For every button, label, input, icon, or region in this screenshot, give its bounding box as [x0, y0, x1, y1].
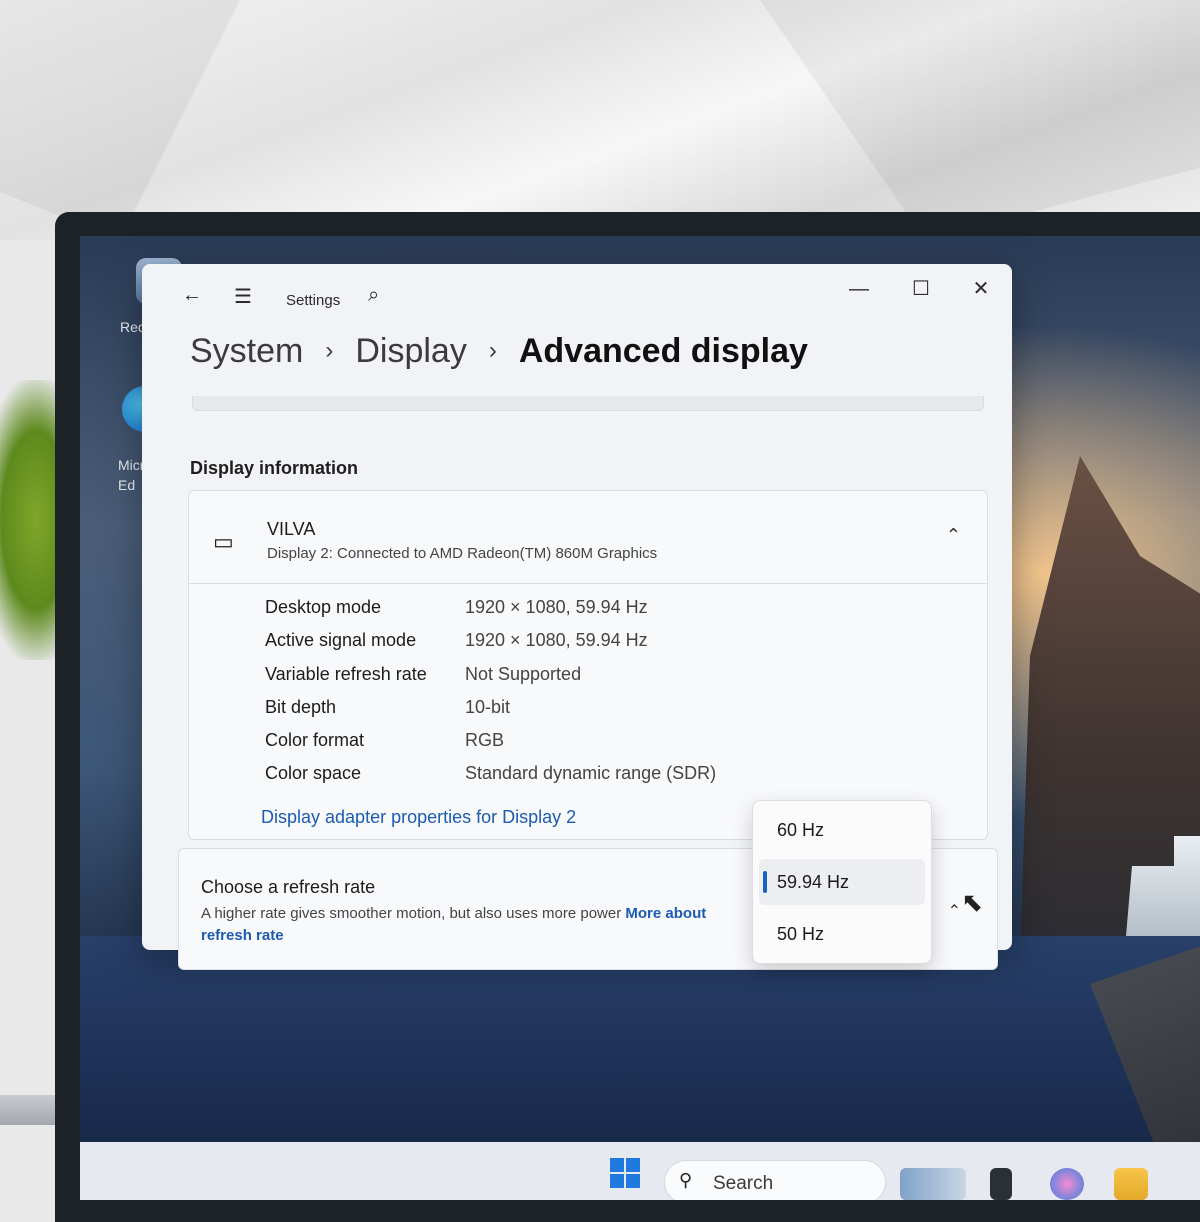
refresh-rate-description: A higher rate gives smoother motion, but… [201, 903, 741, 947]
app-title: Settings [286, 292, 341, 309]
info-label: Active signal mode [265, 630, 417, 651]
scrolled-card-edge [192, 396, 984, 411]
info-row: Color format RGB [265, 730, 965, 763]
monitor-subtitle: Display 2: Connected to AMD Radeon(TM) 8… [267, 545, 658, 562]
laptop-screen: Recyc Micro Ed ← ☰ Settings ⌕ — ☐ ✕ Syst… [80, 236, 1200, 1200]
breadcrumb-display[interactable]: Display [355, 332, 466, 371]
info-label: Color space [265, 763, 362, 784]
info-value: Not Supported [465, 663, 582, 684]
chevron-right-icon: › [325, 337, 334, 365]
info-row: Active signal mode 1920 × 1080, 59.94 Hz [265, 630, 965, 663]
chevron-right-icon: › [488, 337, 497, 365]
chevron-up-icon[interactable]: ⌃ [946, 525, 961, 546]
windows-start-icon[interactable] [610, 1158, 640, 1188]
minimize-button[interactable]: — [836, 274, 882, 304]
info-value: 10-bit [465, 696, 511, 717]
option-label: 60 Hz [777, 820, 825, 840]
info-label: Bit depth [265, 696, 337, 717]
display-info-card: ▭ VILVA Display 2: Connected to AMD Rade… [188, 490, 988, 840]
task-view-icon[interactable] [990, 1168, 1012, 1200]
info-label: Desktop mode [265, 597, 382, 617]
info-row: Bit depth 10-bit [265, 697, 965, 730]
refresh-option-60[interactable]: 60 Hz [759, 807, 925, 853]
hamburger-menu-icon[interactable]: ☰ [234, 284, 252, 309]
refresh-rate-description-text: A higher rate gives smoother motion, but… [201, 905, 622, 922]
display-info-rows: Desktop mode 1920 × 1080, 59.94 Hz Active… [265, 597, 965, 797]
copilot-icon[interactable] [1050, 1168, 1084, 1200]
option-label: 50 Hz [777, 924, 825, 944]
info-value: RGB [465, 730, 505, 751]
taskbar: ⚲ Search [80, 1142, 1200, 1200]
title-bar: ← ☰ Settings ⌕ — ☐ ✕ [142, 264, 1012, 324]
mouse-cursor-icon: ⬉ [961, 887, 983, 917]
info-value: 1920 × 1080, 59.94 Hz [465, 597, 648, 617]
info-label: Color format [265, 730, 365, 751]
refresh-option-59-94[interactable]: 59.94 Hz [759, 859, 925, 905]
file-explorer-icon[interactable] [1114, 1168, 1148, 1200]
option-label: 59.94 Hz [777, 872, 850, 892]
info-value: Standard dynamic range (SDR) [465, 763, 717, 784]
display-info-header[interactable]: ▭ VILVA Display 2: Connected to AMD Rade… [189, 491, 987, 584]
refresh-rate-title: Choose a refresh rate [201, 877, 376, 897]
info-row: Variable refresh rate Not Supported [265, 664, 965, 697]
refresh-option-50[interactable]: 50 Hz [759, 911, 925, 957]
breadcrumb: System › Display › Advanced display [190, 330, 808, 371]
laptop-icon: ▭ [213, 529, 234, 554]
info-row: Color space Standard dynamic range (SDR) [265, 763, 965, 796]
info-row: Desktop mode 1920 × 1080, 59.94 Hz [265, 597, 965, 630]
taskbar-search-placeholder: Search [713, 1173, 774, 1194]
background-wall [0, 0, 1200, 240]
monitor-name: VILVA [267, 519, 316, 539]
search-icon[interactable]: ⌕ [368, 284, 379, 307]
info-value: 1920 × 1080, 59.94 Hz [465, 630, 648, 651]
breadcrumb-system[interactable]: System [190, 332, 303, 371]
close-button[interactable]: ✕ [958, 274, 1004, 304]
chevron-up-icon[interactable]: ⌃ [948, 901, 961, 921]
settings-window: ← ☰ Settings ⌕ — ☐ ✕ System › Display › Adva… [142, 264, 1012, 970]
taskbar-search[interactable]: ⚲ Search [664, 1160, 886, 1200]
page-title: Advanced display [518, 331, 808, 370]
section-title: Display information [190, 458, 359, 478]
adapter-properties-link[interactable]: Display adapter properties for Display 2 [261, 807, 576, 828]
search-icon: ⚲ [679, 1170, 693, 1190]
widgets-icon[interactable] [900, 1168, 966, 1200]
info-label: Variable refresh rate [265, 663, 427, 684]
back-arrow-icon[interactable]: ← [182, 284, 202, 307]
refresh-rate-dropdown[interactable]: 60 Hz 59.94 Hz 50 Hz [752, 800, 932, 964]
maximize-button[interactable]: ☐ [898, 274, 944, 304]
